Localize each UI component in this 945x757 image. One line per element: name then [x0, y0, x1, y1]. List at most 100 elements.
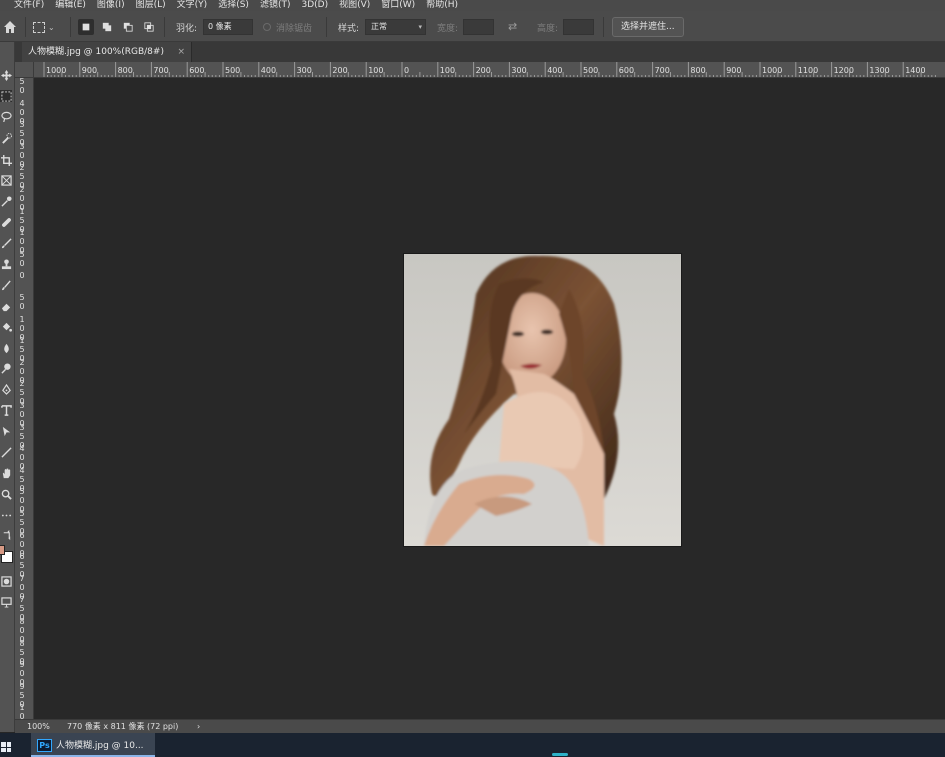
marquee-icon: [33, 21, 45, 33]
menu-help[interactable]: 帮助(H): [426, 0, 458, 11]
menu-filter[interactable]: 滤镜(T): [260, 0, 291, 11]
horizontal-ruler[interactable]: 1000 900 800 700 600 500 400 300 200 100 0 100 200 30…: [34, 62, 945, 78]
line-tool-icon[interactable]: [0, 446, 12, 458]
type-tool-icon[interactable]: [0, 404, 12, 416]
healing-brush-tool-icon[interactable]: [0, 216, 12, 228]
ruler-label: 0: [404, 66, 410, 75]
ruler-label: 1200: [833, 66, 854, 75]
move-tool-icon[interactable]: [0, 69, 12, 81]
menu-select[interactable]: 选择(S): [218, 0, 249, 11]
quick-select-tool-icon[interactable]: [0, 132, 12, 144]
new-selection-button[interactable]: [78, 19, 94, 35]
swap-colors-icon[interactable]: [0, 529, 12, 541]
taskbar-photoshop-item[interactable]: Ps 人物模糊.jpg @ 10...: [31, 733, 155, 757]
lasso-tool-icon[interactable]: [0, 110, 12, 122]
history-brush-tool-icon[interactable]: [0, 279, 12, 291]
dodge-tool-icon[interactable]: [0, 362, 12, 374]
quick-mask-icon[interactable]: [0, 575, 12, 587]
chevron-down-icon: ⌄: [48, 22, 55, 32]
marquee-tool-icon[interactable]: [0, 90, 12, 102]
paint-bucket-tool-icon[interactable]: [0, 321, 12, 333]
style-select-value: 正常: [371, 22, 387, 31]
more-tools-icon[interactable]: [0, 509, 12, 521]
clone-stamp-tool-icon[interactable]: [0, 258, 12, 270]
feather-label: 羽化:: [176, 24, 198, 34]
document-tab-title: 人物模糊.jpg @ 100%(RGB/8#): [28, 47, 164, 57]
menu-type[interactable]: 文字(Y): [177, 0, 208, 11]
menu-file[interactable]: 文件(F): [14, 0, 44, 11]
style-select[interactable]: 正常 ▾: [365, 19, 426, 35]
ruler-label: 400: [260, 66, 277, 75]
path-selection-tool-icon[interactable]: [0, 425, 12, 437]
ruler-label: 50: [19, 249, 25, 268]
foreground-color-swatch[interactable]: [0, 545, 5, 555]
ruler-label: 1000: [46, 66, 67, 75]
menu-edit[interactable]: 编辑(E): [55, 0, 86, 11]
ruler-label: 900: [81, 66, 98, 75]
zoom-level[interactable]: 100%: [27, 720, 50, 734]
home-icon[interactable]: [2, 19, 18, 35]
ruler-label: 1000: [762, 66, 783, 75]
vertical-ruler[interactable]: 5040035030025020015010050050100150200250…: [15, 78, 34, 719]
divider: [70, 17, 71, 37]
subtract-selection-button[interactable]: [120, 19, 136, 35]
ruler-origin[interactable]: [15, 62, 34, 78]
document-tab-bar: 人物模糊.jpg @ 100%(RGB/8#) ×: [15, 42, 945, 62]
os-taskbar: Ps 人物模糊.jpg @ 10...: [0, 733, 945, 757]
ruler-label: 300: [511, 66, 527, 75]
ruler-label: 1400: [905, 66, 926, 75]
select-and-mask-button[interactable]: 选择并遮住...: [612, 17, 684, 37]
ruler-label: 400: [547, 66, 563, 75]
ruler-label: 200: [475, 66, 491, 75]
document-canvas[interactable]: [34, 78, 945, 719]
ruler-label: 700: [654, 66, 670, 75]
photoshop-window: 文件(F) 编辑(E) 图像(I) 图层(L) 文字(Y) 选择(S) 滤镜(T…: [0, 0, 945, 757]
divider: [603, 17, 604, 37]
taskbar-item-title: 人物模糊.jpg @ 10...: [56, 741, 144, 751]
pen-tool-icon[interactable]: [0, 383, 12, 395]
chevron-down-icon: ▾: [418, 23, 422, 31]
document-tab[interactable]: 人物模糊.jpg @ 100%(RGB/8#) ×: [22, 42, 192, 62]
feather-input[interactable]: 0 像素: [203, 19, 253, 35]
eraser-tool-icon[interactable]: [0, 300, 12, 312]
ruler-label: 100: [368, 66, 384, 75]
photoshop-icon: Ps: [37, 739, 52, 752]
divider: [164, 17, 165, 37]
options-bar: ⌄ 羽化: 0 像素 消除锯齿 样式: 正常 ▾ 宽度: ⇄ 高度: 选择并遮住…: [0, 11, 945, 42]
crop-tool-icon[interactable]: [0, 154, 12, 166]
eyedropper-tool-icon[interactable]: [0, 195, 12, 207]
divider: [326, 17, 327, 37]
menu-window[interactable]: 窗口(W): [381, 0, 415, 11]
width-label: 宽度:: [437, 24, 459, 34]
ruler-label: 300: [296, 66, 312, 75]
tool-preset-picker[interactable]: ⌄: [33, 19, 65, 35]
menu-layer[interactable]: 图层(L): [136, 0, 166, 11]
menu-3d[interactable]: 3D(D): [301, 0, 328, 11]
style-label: 样式:: [338, 24, 360, 34]
ruler-label: 200: [332, 66, 348, 75]
swap-icon[interactable]: ⇄: [508, 20, 517, 33]
antialias-checkbox[interactable]: [263, 23, 271, 31]
intersect-selection-button[interactable]: [141, 19, 157, 35]
status-bar: 100% 770 像素 x 811 像素 (72 ppi) ›: [15, 719, 945, 733]
screen-mode-icon[interactable]: [0, 596, 12, 608]
ruler-label: 1000: [19, 703, 25, 719]
height-input[interactable]: [563, 19, 594, 35]
ruler-label: 800: [690, 66, 706, 75]
tools-panel: [0, 42, 15, 732]
hand-tool-icon[interactable]: [0, 467, 12, 479]
ruler-label: 0: [19, 271, 25, 281]
menu-view[interactable]: 视图(V): [339, 0, 370, 11]
width-input[interactable]: [463, 19, 494, 35]
close-icon[interactable]: ×: [177, 42, 185, 62]
add-selection-button[interactable]: [99, 19, 115, 35]
ruler-label: 700: [153, 66, 169, 75]
frame-tool-icon[interactable]: [0, 174, 12, 186]
windows-start-icon[interactable]: [1, 742, 11, 752]
brush-tool-icon[interactable]: [0, 237, 12, 249]
zoom-tool-icon[interactable]: [0, 488, 12, 500]
status-menu-arrow[interactable]: ›: [197, 720, 200, 734]
portrait-image: [404, 254, 681, 546]
blur-tool-icon[interactable]: [0, 342, 12, 354]
menu-image[interactable]: 图像(I): [97, 0, 125, 11]
